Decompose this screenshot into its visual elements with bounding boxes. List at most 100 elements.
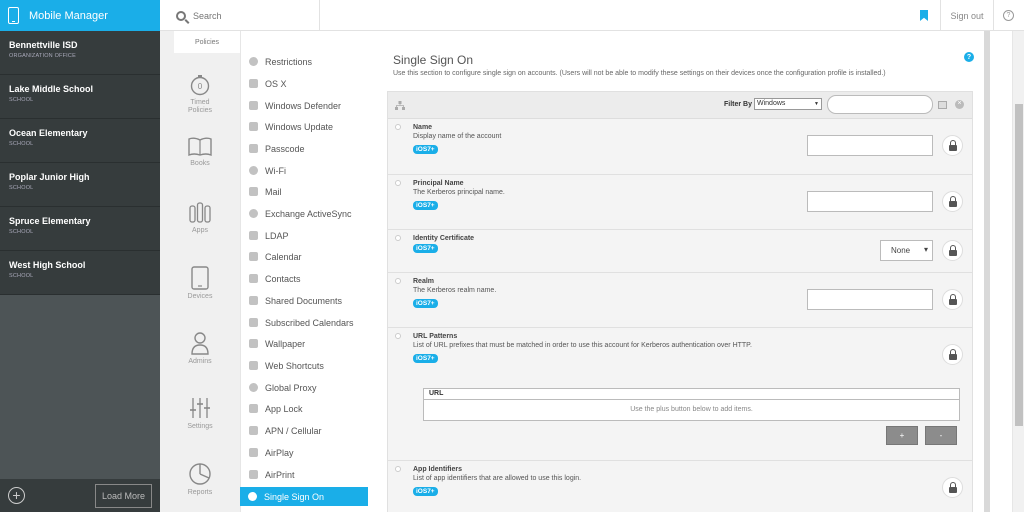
hierarchy-icon[interactable]	[395, 101, 405, 110]
nav-admins[interactable]: Admins	[160, 331, 240, 366]
org-item[interactable]: West High School SCHOOL	[0, 251, 160, 295]
policy-item[interactable]: AirPrint	[241, 465, 369, 484]
phone-icon	[8, 7, 19, 24]
policy-item[interactable]: App Lock	[241, 399, 369, 418]
policy-item[interactable]: Passcode	[241, 139, 369, 158]
lock-icon[interactable]	[942, 289, 963, 310]
policy-item[interactable]: Restrictions	[241, 52, 369, 71]
add-url-button[interactable]: +	[886, 426, 918, 445]
lock-icon[interactable]	[942, 344, 963, 365]
policy-item-active[interactable]: Single Sign On	[240, 487, 368, 506]
setting-checkbox[interactable]	[395, 333, 401, 339]
nav-settings[interactable]: Settings	[160, 396, 240, 431]
policy-item[interactable]: AirPlay	[241, 443, 369, 462]
setting-checkbox[interactable]	[395, 235, 401, 241]
nav-books[interactable]: Books	[160, 137, 240, 168]
add-organization-button[interactable]: +	[8, 487, 25, 504]
policy-label: Single Sign On	[264, 491, 325, 502]
org-name: Lake Middle School	[9, 84, 94, 94]
policy-item[interactable]: Windows Update	[241, 117, 369, 136]
lock-icon[interactable]	[942, 240, 963, 261]
remove-url-button[interactable]: -	[925, 426, 957, 445]
policy-item[interactable]: Shared Documents	[241, 291, 369, 310]
realm-field[interactable]	[807, 289, 933, 310]
bookmark-icon[interactable]	[920, 10, 928, 21]
page-scrollbar[interactable]	[1012, 31, 1024, 512]
tablet-icon	[191, 266, 209, 290]
main-content: Single Sign On Use this section to confi…	[375, 31, 980, 512]
url-table: URL Use the plus button below to add ite…	[423, 388, 960, 421]
org-name: Spruce Elementary	[9, 216, 91, 226]
setting-checkbox[interactable]	[395, 180, 401, 186]
policy-item[interactable]: Calendar	[241, 247, 369, 266]
setting-row-realm: Realm The Kerberos realm name. iOS7+	[388, 273, 972, 328]
policy-item[interactable]: Windows Defender	[241, 96, 369, 115]
principal-name-field[interactable]	[807, 191, 933, 212]
policy-item[interactable]: Global Proxy	[241, 378, 369, 397]
nav-apps[interactable]: Apps	[160, 201, 240, 235]
help-icon[interactable]: ?	[1003, 10, 1014, 21]
nav-devices[interactable]: Devices	[160, 266, 240, 301]
org-item[interactable]: Bennettville ISD ORGANIZATION OFFICE	[0, 31, 160, 75]
lock-icon[interactable]	[942, 135, 963, 156]
search-box[interactable]	[160, 0, 320, 31]
scrollbar-thumb[interactable]	[1015, 104, 1023, 426]
identity-certificate-select[interactable]: None	[880, 240, 933, 261]
org-item[interactable]: Spruce Elementary SCHOOL	[0, 207, 160, 251]
lock-icon[interactable]	[942, 191, 963, 212]
org-item[interactable]: Ocean Elementary SCHOOL	[0, 119, 160, 163]
policy-item[interactable]: Subscribed Calendars	[241, 313, 369, 332]
policy-item[interactable]: Exchange ActiveSync	[241, 204, 369, 223]
nav-label: Apps	[192, 227, 208, 234]
policy-item[interactable]: LDAP	[241, 226, 369, 245]
shield-icon	[249, 101, 258, 110]
clear-icon[interactable]: ×	[955, 100, 964, 109]
setting-description: List of URL prefixes that must be matche…	[413, 342, 752, 349]
search-input[interactable]	[193, 10, 293, 21]
policy-label: Subscribed Calendars	[265, 317, 354, 328]
airplay-icon	[249, 448, 258, 457]
nav-timed-policies[interactable]: 0 Timed Policies	[160, 74, 240, 115]
collapse-icon[interactable]	[938, 101, 947, 109]
url-empty-message: Use the plus button below to add items.	[630, 406, 753, 413]
policy-item[interactable]: Mail	[241, 182, 369, 201]
setting-checkbox[interactable]	[395, 124, 401, 130]
sync-icon	[249, 209, 258, 218]
policy-item[interactable]: OS X	[241, 74, 369, 93]
nav-reports[interactable]: Reports	[160, 462, 240, 497]
policy-item[interactable]: APN / Cellular	[241, 421, 369, 440]
load-more-button[interactable]: Load More	[95, 484, 152, 508]
monitor-icon	[249, 79, 258, 88]
nav-policies-tab[interactable]: Policies	[174, 31, 240, 53]
name-field[interactable]	[807, 135, 933, 156]
mail-icon	[249, 187, 258, 196]
filter-select[interactable]: Windows	[754, 98, 822, 110]
policy-item[interactable]: Web Shortcuts	[241, 356, 369, 375]
keypad-icon	[249, 144, 258, 153]
sign-out-link[interactable]: Sign out	[940, 0, 994, 31]
policy-item[interactable]: Wallpaper	[241, 334, 369, 353]
setting-checkbox[interactable]	[395, 466, 401, 472]
policy-label: App Lock	[265, 403, 303, 414]
policy-label: Wallpaper	[265, 338, 306, 349]
policy-item[interactable]: Wi-Fi	[241, 161, 369, 180]
nav-label: Reports	[187, 489, 213, 496]
policy-label: Global Proxy	[265, 382, 317, 393]
svg-text:0: 0	[198, 82, 203, 91]
nav-label: Policies	[187, 107, 213, 114]
org-item[interactable]: Poplar Junior High SCHOOL	[0, 163, 160, 207]
filter-input[interactable]	[827, 95, 933, 114]
help-icon[interactable]: ?	[964, 52, 974, 62]
section-nav: Policies 0 Timed Policies Books Apps Dev…	[160, 31, 240, 512]
org-item[interactable]: Lake Middle School SCHOOL	[0, 75, 160, 119]
org-name: Poplar Junior High	[9, 172, 90, 182]
calendar-icon	[249, 318, 258, 327]
policy-item[interactable]: Contacts	[241, 269, 369, 288]
inner-scrollbar[interactable]	[984, 31, 990, 512]
lock-icon[interactable]	[942, 477, 963, 498]
app-brand[interactable]: Mobile Manager	[0, 0, 160, 31]
setting-checkbox[interactable]	[395, 278, 401, 284]
policy-label: Contacts	[265, 273, 301, 284]
org-type: SCHOOL	[9, 273, 34, 279]
setting-row-name: Name Display name of the account iOS7+	[388, 119, 972, 175]
